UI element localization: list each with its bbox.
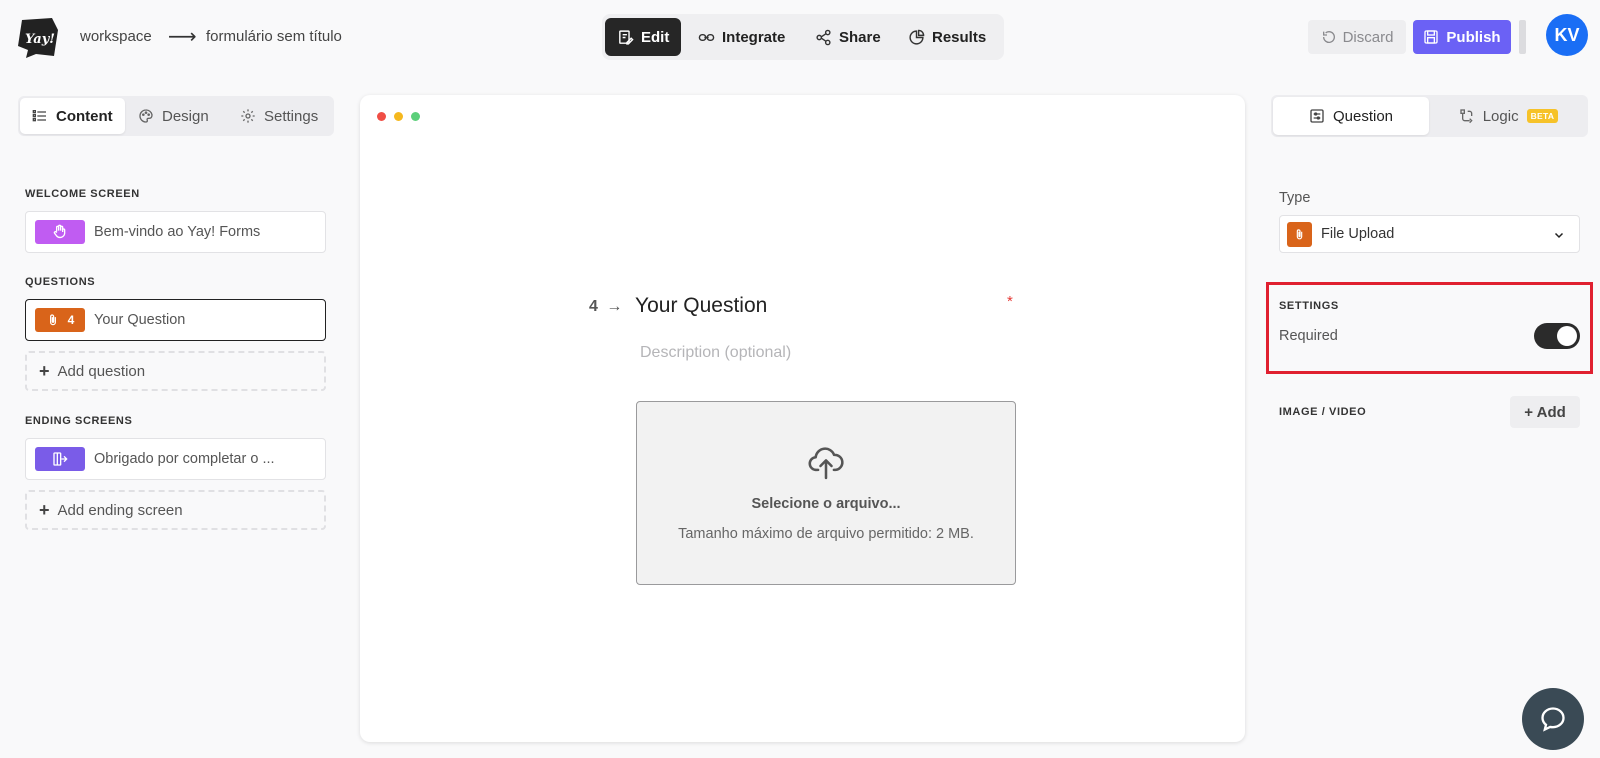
breadcrumb-form-title[interactable]: formulário sem título	[206, 28, 342, 45]
palette-icon	[139, 109, 153, 123]
add-media-button[interactable]: + Add	[1510, 396, 1580, 428]
question-description[interactable]: Description (optional)	[640, 344, 791, 362]
tab-design[interactable]: Design	[126, 98, 221, 134]
question-title[interactable]: Your Question	[635, 294, 767, 318]
tab-design-label: Design	[162, 107, 209, 125]
publish-button[interactable]: Publish	[1413, 20, 1511, 54]
pie-chart-icon	[909, 29, 925, 45]
ending-item-text: Obrigado por completar o ...	[94, 451, 275, 467]
chat-bubble-icon	[1541, 707, 1565, 732]
tab-content[interactable]: Content	[20, 98, 125, 134]
breadcrumb-separator: ⟶	[168, 26, 197, 48]
user-avatar[interactable]: KV	[1546, 14, 1588, 56]
tab-settings-label: Settings	[264, 107, 319, 125]
link-icon	[698, 33, 715, 41]
image-video-heading: IMAGE / VIDEO	[1279, 406, 1367, 418]
ending-screens-heading: ENDING SCREENS	[25, 415, 133, 427]
required-toggle[interactable]	[1534, 323, 1580, 349]
tab-integrate[interactable]: Integrate	[686, 18, 797, 56]
add-ending-screen-button[interactable]: + Add ending screen	[25, 490, 326, 530]
question-badge: 4	[35, 308, 85, 332]
toggle-knob	[1557, 326, 1577, 346]
upload-size-hint: Tamanho máximo de arquivo permitido: 2 M…	[678, 526, 974, 542]
type-value: File Upload	[1321, 226, 1395, 242]
list-icon	[32, 110, 46, 122]
window-dot-yellow	[394, 112, 403, 121]
top-bar: Yay! workspace ⟶ formulário sem título E…	[0, 0, 1600, 76]
tab-share-label: Share	[839, 28, 881, 46]
publish-label: Publish	[1446, 28, 1501, 46]
add-question-label: Add question	[57, 362, 146, 380]
save-icon	[1424, 30, 1439, 44]
tab-settings[interactable]: Settings	[228, 98, 330, 134]
upload-title: Selecione o arquivo...	[751, 496, 901, 512]
sliders-icon	[1310, 109, 1324, 123]
question-number-value: 4	[589, 298, 598, 315]
add-question-button[interactable]: + Add question	[25, 351, 326, 391]
required-asterisk: *	[1007, 293, 1013, 310]
tab-results[interactable]: Results	[896, 18, 998, 56]
form-preview: 4 → Your Question * Description (optiona…	[360, 95, 1245, 742]
welcome-badge	[35, 220, 85, 244]
publish-menu-toggle[interactable]	[1519, 20, 1526, 54]
ending-screen-item[interactable]: Obrigado por completar o ...	[25, 438, 326, 480]
tab-results-label: Results	[932, 28, 987, 46]
tab-logic-label: Logic	[1482, 107, 1519, 125]
chevron-down-icon	[1554, 232, 1564, 239]
welcome-screen-heading: WELCOME SCREEN	[25, 188, 140, 200]
svg-text:Yay!: Yay!	[25, 32, 55, 47]
question-item-text: Your Question	[94, 312, 186, 328]
question-arrow: →	[606, 298, 623, 315]
plus-icon: +	[39, 360, 50, 381]
breadcrumb-workspace[interactable]: workspace	[80, 28, 152, 45]
paperclip-icon	[49, 314, 56, 326]
type-label: Type	[1279, 190, 1311, 206]
right-panel-tabs: Question Logic BETA	[1271, 95, 1588, 137]
add-ending-screen-label: Add ending screen	[57, 501, 183, 519]
gear-icon	[241, 109, 255, 123]
tab-share[interactable]: Share	[803, 18, 893, 56]
beta-badge: BETA	[1526, 109, 1559, 123]
support-chat-button[interactable]	[1522, 688, 1584, 750]
type-badge	[1287, 221, 1312, 247]
required-label: Required	[1279, 328, 1338, 344]
share-icon	[816, 29, 831, 45]
discard-button[interactable]: Discard	[1308, 20, 1406, 54]
discard-label: Discard	[1342, 28, 1394, 46]
welcome-screen-item[interactable]: Bem-vindo ao Yay! Forms	[25, 211, 326, 253]
cloud-upload-icon	[808, 447, 844, 480]
mode-tabs: Edit Integrate Share Results	[602, 14, 1004, 60]
question-type-select[interactable]: File Upload	[1279, 215, 1580, 253]
tab-question-label: Question	[1332, 107, 1394, 125]
tab-edit-label: Edit	[641, 28, 670, 46]
branch-icon	[1460, 109, 1473, 124]
plus-icon: +	[39, 499, 50, 520]
undo-icon	[1322, 31, 1335, 43]
file-upload-area[interactable]: Selecione o arquivo... Tamanho máximo de…	[636, 401, 1016, 585]
welcome-item-text: Bem-vindo ao Yay! Forms	[94, 224, 261, 240]
question-item[interactable]: 4 Your Question	[25, 299, 326, 341]
tab-edit[interactable]: Edit	[605, 18, 682, 56]
exit-icon	[53, 452, 68, 466]
settings-heading: SETTINGS	[1279, 300, 1339, 312]
tab-question[interactable]: Question	[1273, 97, 1429, 135]
paperclip-icon	[1296, 228, 1303, 239]
window-dot-red	[377, 112, 386, 121]
hand-icon	[53, 224, 66, 239]
questions-heading: QUESTIONS	[25, 276, 96, 288]
tab-logic[interactable]: Logic BETA	[1431, 97, 1586, 135]
left-panel-tabs: Content Design Settings	[18, 96, 334, 136]
ending-badge	[35, 447, 85, 471]
tab-integrate-label: Integrate	[722, 28, 786, 46]
question-number-badge: 4	[67, 313, 75, 327]
window-dot-green	[411, 112, 420, 121]
tab-content-label: Content	[56, 107, 113, 125]
edit-icon	[619, 29, 634, 45]
yay-logo[interactable]: Yay!	[16, 16, 60, 60]
question-number: 4 →	[589, 298, 622, 316]
